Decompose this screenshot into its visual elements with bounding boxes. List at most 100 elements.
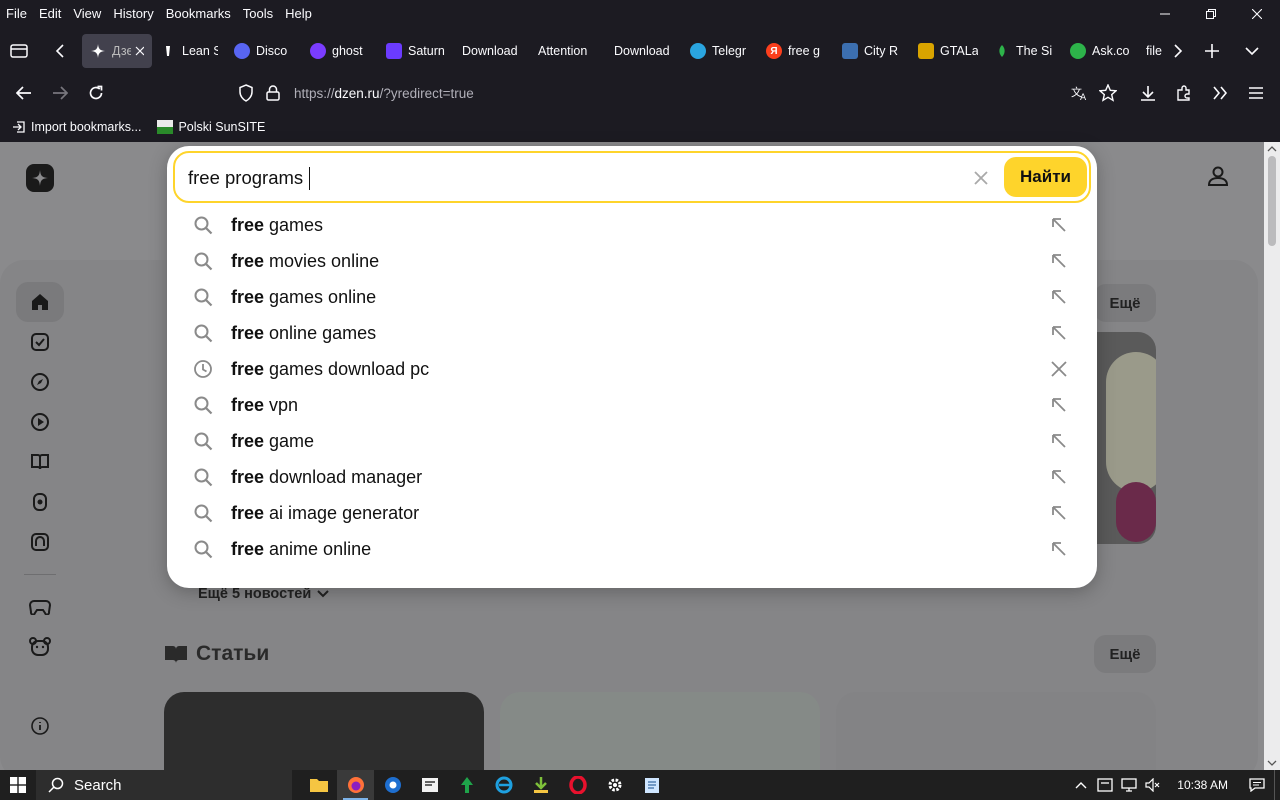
- article-card[interactable]: [500, 692, 820, 770]
- sidebar-studio[interactable]: [28, 530, 52, 554]
- menu-tools[interactable]: Tools: [237, 4, 279, 24]
- tab-ask[interactable]: Ask.co: [1062, 34, 1138, 68]
- suggestion-item[interactable]: free download manager: [167, 459, 1097, 495]
- tab-attention[interactable]: Attention: [530, 34, 606, 68]
- sidebar-shorts[interactable]: [28, 490, 52, 514]
- suggestion-item[interactable]: free game: [167, 423, 1097, 459]
- notifications[interactable]: [1240, 770, 1274, 800]
- scroll-down-arrow-icon[interactable]: [1264, 758, 1280, 768]
- taskbar-opera[interactable]: [559, 770, 596, 800]
- tab-the-si[interactable]: The Si: [986, 34, 1062, 68]
- taskbar-notepad[interactable]: [633, 770, 670, 800]
- taskbar-app-5[interactable]: [448, 770, 485, 800]
- tab-yandex-free[interactable]: Яfree g: [758, 34, 834, 68]
- new-tab-button[interactable]: [1192, 34, 1232, 68]
- url-text[interactable]: https://dzen.ru/?yredirect=true: [294, 86, 474, 101]
- dzen-logo[interactable]: [26, 164, 54, 192]
- tab-gtala[interactable]: GTALa: [910, 34, 986, 68]
- menu-view[interactable]: View: [67, 4, 107, 24]
- news-more-button[interactable]: Ещё: [1094, 284, 1156, 322]
- menu-history[interactable]: History: [107, 4, 159, 24]
- scroll-tabs-right-button[interactable]: [1164, 34, 1192, 68]
- suggestion-item[interactable]: free games: [167, 207, 1097, 243]
- tab-dzen[interactable]: Дзе: [82, 34, 152, 68]
- translate-icon[interactable]: 文A: [1071, 85, 1089, 101]
- shield-icon[interactable]: [238, 84, 254, 102]
- tab-download-1[interactable]: Download: [454, 34, 530, 68]
- suggestion-item[interactable]: free vpn: [167, 387, 1097, 423]
- remove-suggestion-icon[interactable]: [1049, 359, 1069, 379]
- sidebar-explore[interactable]: [28, 370, 52, 394]
- overflow-button[interactable]: [1202, 77, 1238, 109]
- sidebar-videos[interactable]: [28, 410, 52, 434]
- sidebar-subscriptions[interactable]: [28, 330, 52, 354]
- scroll-tabs-left-button[interactable]: [38, 34, 82, 68]
- suggestion-item[interactable]: free online games: [167, 315, 1097, 351]
- taskbar-settings[interactable]: [596, 770, 633, 800]
- sidebar-games[interactable]: [28, 595, 52, 619]
- article-card[interactable]: [836, 692, 1156, 770]
- menu-file[interactable]: File: [0, 4, 33, 24]
- insert-suggestion-arrow-icon[interactable]: [1049, 431, 1069, 451]
- tab-discord[interactable]: Disco: [226, 34, 302, 68]
- insert-suggestion-arrow-icon[interactable]: [1049, 395, 1069, 415]
- articles-more-button[interactable]: Ещё: [1094, 635, 1156, 673]
- bookmark-import[interactable]: Import bookmarks...: [12, 120, 141, 134]
- restore-button[interactable]: [1188, 0, 1234, 28]
- search-input[interactable]: [188, 165, 948, 191]
- sidebar-info[interactable]: [28, 714, 52, 738]
- insert-suggestion-arrow-icon[interactable]: [1049, 323, 1069, 343]
- suggestion-item[interactable]: free anime online: [167, 531, 1097, 567]
- bookmark-polski-sunsite[interactable]: Polski SunSITE: [157, 120, 265, 134]
- list-all-tabs-button[interactable]: [1232, 34, 1272, 68]
- sidebar-home[interactable]: [16, 282, 64, 322]
- back-button[interactable]: [6, 77, 42, 109]
- close-tab-icon[interactable]: [135, 46, 144, 56]
- tab-lean[interactable]: Lean S: [152, 34, 226, 68]
- sidebar-articles[interactable]: [28, 450, 52, 474]
- user-icon[interactable]: [1206, 164, 1230, 188]
- taskbar-firefox[interactable]: [337, 770, 374, 800]
- menu-help[interactable]: Help: [279, 4, 318, 24]
- forward-button[interactable]: [42, 77, 78, 109]
- tray-app[interactable]: [1093, 770, 1117, 800]
- clear-search-button[interactable]: [970, 167, 992, 189]
- suggestion-item[interactable]: free games download pc: [167, 351, 1097, 387]
- taskbar-edge-app[interactable]: [374, 770, 411, 800]
- menu-bookmarks[interactable]: Bookmarks: [160, 4, 237, 24]
- tab-download-2[interactable]: Download: [606, 34, 682, 68]
- star-icon[interactable]: [1099, 84, 1117, 102]
- insert-suggestion-arrow-icon[interactable]: [1049, 287, 1069, 307]
- minimize-button[interactable]: [1142, 0, 1188, 28]
- taskbar-internet-explorer[interactable]: [485, 770, 522, 800]
- suggestion-item[interactable]: free movies online: [167, 243, 1097, 279]
- reload-button[interactable]: [78, 77, 114, 109]
- menu-edit[interactable]: Edit: [33, 4, 67, 24]
- taskbar-file-explorer[interactable]: [300, 770, 337, 800]
- app-menu-button[interactable]: [1238, 77, 1274, 109]
- start-button[interactable]: [0, 770, 36, 800]
- article-card[interactable]: [164, 692, 484, 770]
- more-news-link[interactable]: Ещё 5 новостей: [198, 586, 329, 602]
- volume-control[interactable]: [1141, 770, 1165, 800]
- insert-suggestion-arrow-icon[interactable]: [1049, 503, 1069, 523]
- insert-suggestion-arrow-icon[interactable]: [1049, 215, 1069, 235]
- url-bar[interactable]: https://dzen.ru/?yredirect=true 文A: [230, 76, 1122, 110]
- insert-suggestion-arrow-icon[interactable]: [1049, 251, 1069, 271]
- sidebar-kids[interactable]: [28, 635, 52, 659]
- page-scrollbar[interactable]: [1264, 142, 1280, 770]
- scrollbar-thumb[interactable]: [1268, 156, 1276, 246]
- extensions-button[interactable]: [1166, 77, 1202, 109]
- suggestion-item[interactable]: free ai image generator: [167, 495, 1097, 531]
- tab-telegram[interactable]: Telegr: [682, 34, 758, 68]
- taskbar-downloader[interactable]: [522, 770, 559, 800]
- close-window-button[interactable]: [1234, 0, 1280, 28]
- scroll-up-arrow-icon[interactable]: [1264, 144, 1280, 154]
- clock[interactable]: 10:38 AM: [1165, 778, 1240, 792]
- tab-file[interactable]: file: [1138, 34, 1164, 68]
- lock-icon[interactable]: [266, 85, 280, 101]
- insert-suggestion-arrow-icon[interactable]: [1049, 467, 1069, 487]
- network-status[interactable]: [1117, 770, 1141, 800]
- firefox-view-button[interactable]: [0, 34, 38, 68]
- insert-suggestion-arrow-icon[interactable]: [1049, 539, 1069, 559]
